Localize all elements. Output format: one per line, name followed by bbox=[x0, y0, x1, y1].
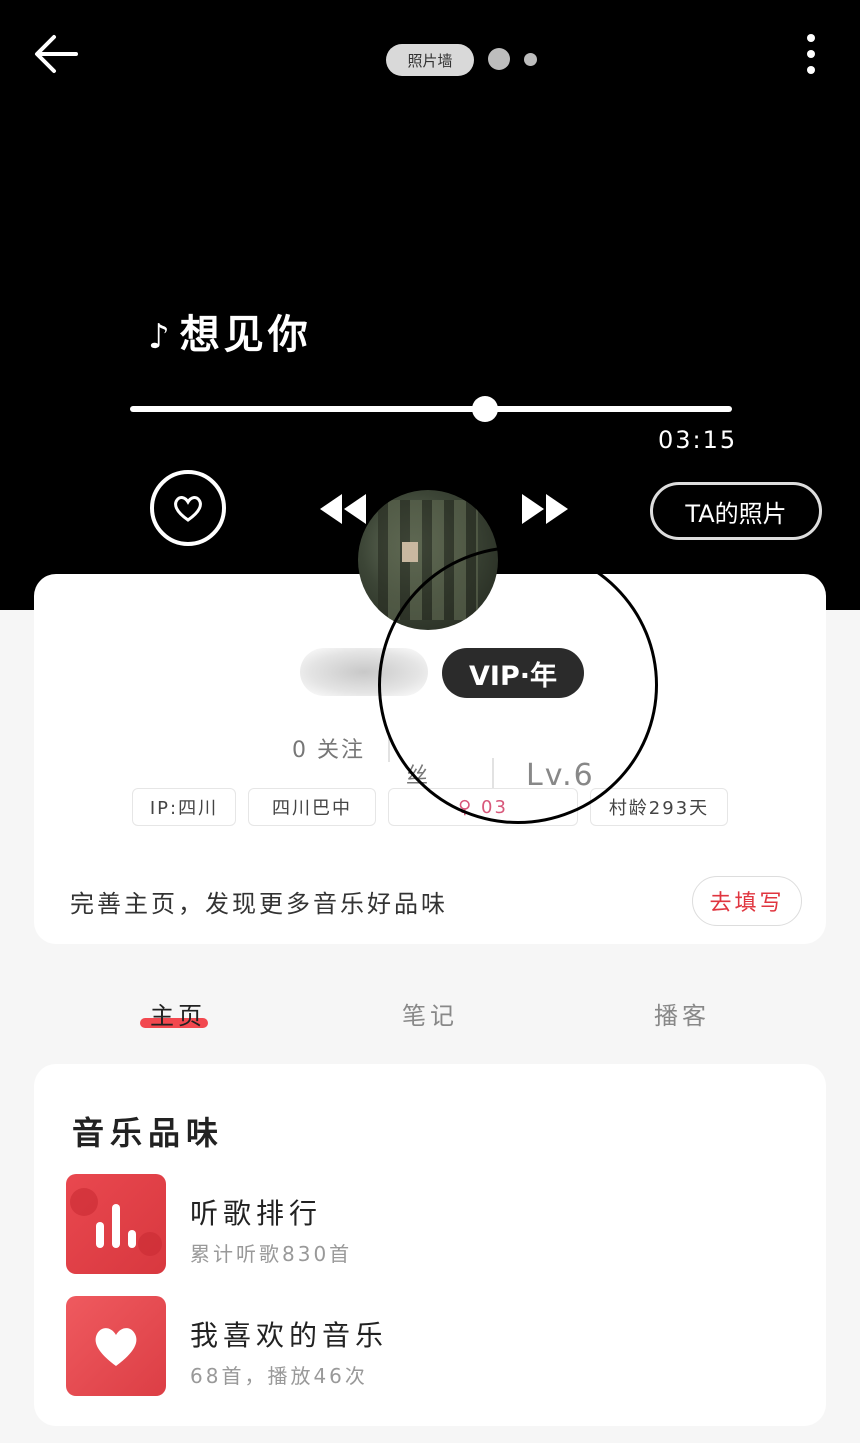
listening-ranking-thumbnail[interactable] bbox=[66, 1174, 166, 1274]
page-indicator-dot bbox=[488, 48, 510, 70]
progress-handle[interactable] bbox=[472, 396, 498, 422]
ranking-bars-icon bbox=[70, 1188, 162, 1256]
song-title-text: 想见你 bbox=[179, 312, 312, 358]
liked-music-title[interactable]: 我喜欢的音乐 bbox=[190, 1314, 388, 1354]
tag-ip: IP:四川 bbox=[132, 788, 236, 826]
fill-in-button[interactable]: 去填写 bbox=[692, 876, 802, 926]
music-taste-title: 音乐品味 bbox=[72, 1114, 225, 1152]
heart-icon bbox=[95, 1328, 137, 1366]
song-time: 03:15 bbox=[658, 426, 738, 454]
tab-notes[interactable]: 笔记 bbox=[402, 996, 458, 1031]
avatar-figure bbox=[402, 542, 418, 562]
tab-home[interactable]: 主页 bbox=[150, 996, 206, 1031]
listening-ranking-subtitle: 累计听歌830首 bbox=[190, 1242, 353, 1266]
heart-outline-icon bbox=[174, 496, 202, 522]
listening-ranking-title[interactable]: 听歌排行 bbox=[190, 1192, 322, 1232]
more-options-button[interactable] bbox=[796, 30, 826, 78]
follow-count[interactable]: 0 关注 bbox=[292, 732, 365, 764]
progress-bar[interactable] bbox=[130, 406, 732, 412]
tag-village-age: 村龄293天 bbox=[590, 788, 728, 826]
rewind-icon bbox=[320, 494, 366, 524]
tag-location: 四川巴中 bbox=[248, 788, 376, 826]
song-title: ♪ 想见你 bbox=[148, 302, 312, 360]
complete-profile-prompt: 完善主页，发现更多音乐好品味 bbox=[70, 890, 448, 918]
next-button[interactable] bbox=[518, 488, 572, 530]
page-indicator-dot bbox=[524, 53, 537, 66]
back-button[interactable] bbox=[30, 32, 82, 76]
liked-music-thumbnail[interactable] bbox=[66, 1296, 166, 1396]
fast-forward-icon bbox=[522, 494, 568, 524]
previous-button[interactable] bbox=[316, 488, 370, 530]
ta-photos-button[interactable]: TA的照片 bbox=[650, 482, 822, 540]
music-note-icon: ♪ bbox=[148, 317, 174, 357]
magnifier-overlay bbox=[378, 546, 658, 824]
like-button[interactable] bbox=[150, 470, 226, 546]
liked-music-subtitle: 68首，播放46次 bbox=[190, 1364, 368, 1388]
photo-wall-tab[interactable]: 照片墙 bbox=[386, 44, 474, 76]
more-vertical-icon bbox=[807, 34, 815, 74]
back-arrow-icon bbox=[35, 35, 78, 73]
tab-podcast[interactable]: 播客 bbox=[654, 996, 710, 1031]
